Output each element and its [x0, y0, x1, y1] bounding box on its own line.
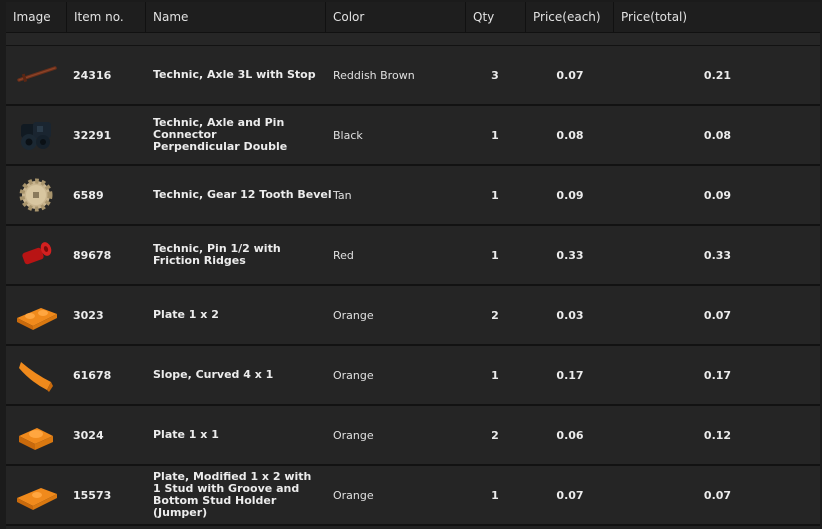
- part-image-cell: [6, 46, 66, 104]
- plate-1x2-icon: [17, 308, 57, 330]
- column-header-qty[interactable]: Qty: [466, 2, 526, 32]
- price-total: 0.12: [703, 428, 732, 442]
- item-no: 24316: [73, 68, 112, 82]
- column-header-price-total[interactable]: Price(total): [614, 2, 820, 32]
- part-image-cell: [6, 106, 66, 164]
- axle-stop-icon: [17, 66, 57, 83]
- price-each: 0.03: [556, 308, 584, 322]
- table-header: Image Item no. Name Color Qty Price(each…: [6, 2, 820, 33]
- part-color: Red: [333, 248, 354, 262]
- item-no: 89678: [73, 248, 112, 262]
- part-image-cell: [6, 406, 66, 464]
- part-name: Slope, Curved 4 x 1: [153, 368, 274, 381]
- table-row[interactable]: 6589 Technic, Gear 12 Tooth Bevel Tan 1 …: [6, 166, 820, 226]
- quantity: 1: [491, 368, 499, 382]
- quantity: 2: [491, 308, 499, 322]
- item-no: 32291: [73, 128, 112, 142]
- price-total: 0.33: [703, 248, 732, 262]
- item-no: 3024: [73, 428, 104, 442]
- quantity: 1: [491, 488, 499, 502]
- part-color: Orange: [333, 428, 374, 442]
- part-image-cell: [6, 226, 66, 284]
- table-row[interactable]: 89678 Technic, Pin 1/2 with Friction Rid…: [6, 226, 820, 286]
- price-total: 0.21: [703, 68, 732, 82]
- price-each: 0.09: [556, 188, 584, 202]
- part-name: Technic, Pin 1/2 with Friction Ridges: [153, 242, 281, 267]
- table-row[interactable]: 3024 Plate 1 x 1 Orange 2 0.06 0.12: [6, 406, 820, 466]
- part-image-cell: [6, 166, 66, 224]
- friction-pin-icon: [22, 242, 52, 265]
- axle-pin-connector-icon: [21, 122, 51, 150]
- price-each: 0.33: [556, 248, 584, 262]
- quantity: 1: [491, 128, 499, 142]
- table-spacer-row: [6, 33, 820, 47]
- price-total: 0.07: [703, 308, 732, 322]
- column-header-color[interactable]: Color: [326, 2, 466, 32]
- price-each: 0.17: [556, 368, 584, 382]
- part-color: Tan: [333, 188, 352, 202]
- part-name: Technic, Gear 12 Tooth Bevel: [153, 188, 332, 201]
- item-no: 6589: [73, 188, 104, 202]
- item-no: 61678: [73, 368, 112, 382]
- quantity: 2: [491, 428, 499, 442]
- part-name: Technic, Axle 3L with Stop: [153, 68, 316, 81]
- price-each: 0.07: [556, 488, 584, 502]
- price-each: 0.06: [556, 428, 584, 442]
- column-header-item-no[interactable]: Item no.: [67, 2, 146, 32]
- part-color: Black: [333, 128, 363, 142]
- table-row[interactable]: 61678 Slope, Curved 4 x 1 Orange 1 0.17 …: [6, 346, 820, 406]
- quantity: 3: [491, 68, 499, 82]
- table-row[interactable]: 24316 Technic, Axle 3L with Stop Reddish…: [6, 46, 820, 106]
- price-each: 0.08: [556, 128, 584, 142]
- jumper-plate-icon: [17, 488, 57, 510]
- column-header-price-each[interactable]: Price(each): [526, 2, 614, 32]
- price-total: 0.07: [703, 488, 732, 502]
- part-color: Orange: [333, 308, 374, 322]
- part-image-cell: [6, 346, 66, 404]
- plate-1x1-icon: [19, 428, 53, 450]
- part-name: Technic, Axle and Pin Connector Perpendi…: [153, 116, 288, 153]
- parts-table: Image Item no. Name Color Qty Price(each…: [6, 2, 820, 529]
- part-name: Plate, Modified 1 x 2 with 1 Stud with G…: [153, 470, 312, 519]
- column-header-image[interactable]: Image: [6, 2, 67, 32]
- column-header-name[interactable]: Name: [146, 2, 326, 32]
- table-row[interactable]: 32291 Technic, Axle and Pin Connector Pe…: [6, 106, 820, 166]
- item-no: 3023: [73, 308, 104, 322]
- quantity: 1: [491, 188, 499, 202]
- part-name: Plate 1 x 1: [153, 428, 219, 441]
- part-image-cell: [6, 286, 66, 344]
- curved-slope-icon: [19, 362, 53, 392]
- part-color: Orange: [333, 488, 374, 502]
- table-row[interactable]: 3023 Plate 1 x 2 Orange 2 0.03 0.07: [6, 286, 820, 346]
- part-color: Reddish Brown: [333, 68, 415, 82]
- item-no: 15573: [73, 488, 112, 502]
- part-name: Plate 1 x 2: [153, 308, 219, 321]
- table-row[interactable]: 15573 Plate, Modified 1 x 2 with 1 Stud …: [6, 466, 820, 526]
- bevel-gear-icon: [19, 178, 53, 212]
- price-total: 0.09: [703, 188, 732, 202]
- part-image-cell: [6, 466, 66, 524]
- quantity: 1: [491, 248, 499, 262]
- price-each: 0.07: [556, 68, 584, 82]
- part-color: Orange: [333, 368, 374, 382]
- price-total: 0.17: [703, 368, 732, 382]
- price-total: 0.08: [703, 128, 732, 142]
